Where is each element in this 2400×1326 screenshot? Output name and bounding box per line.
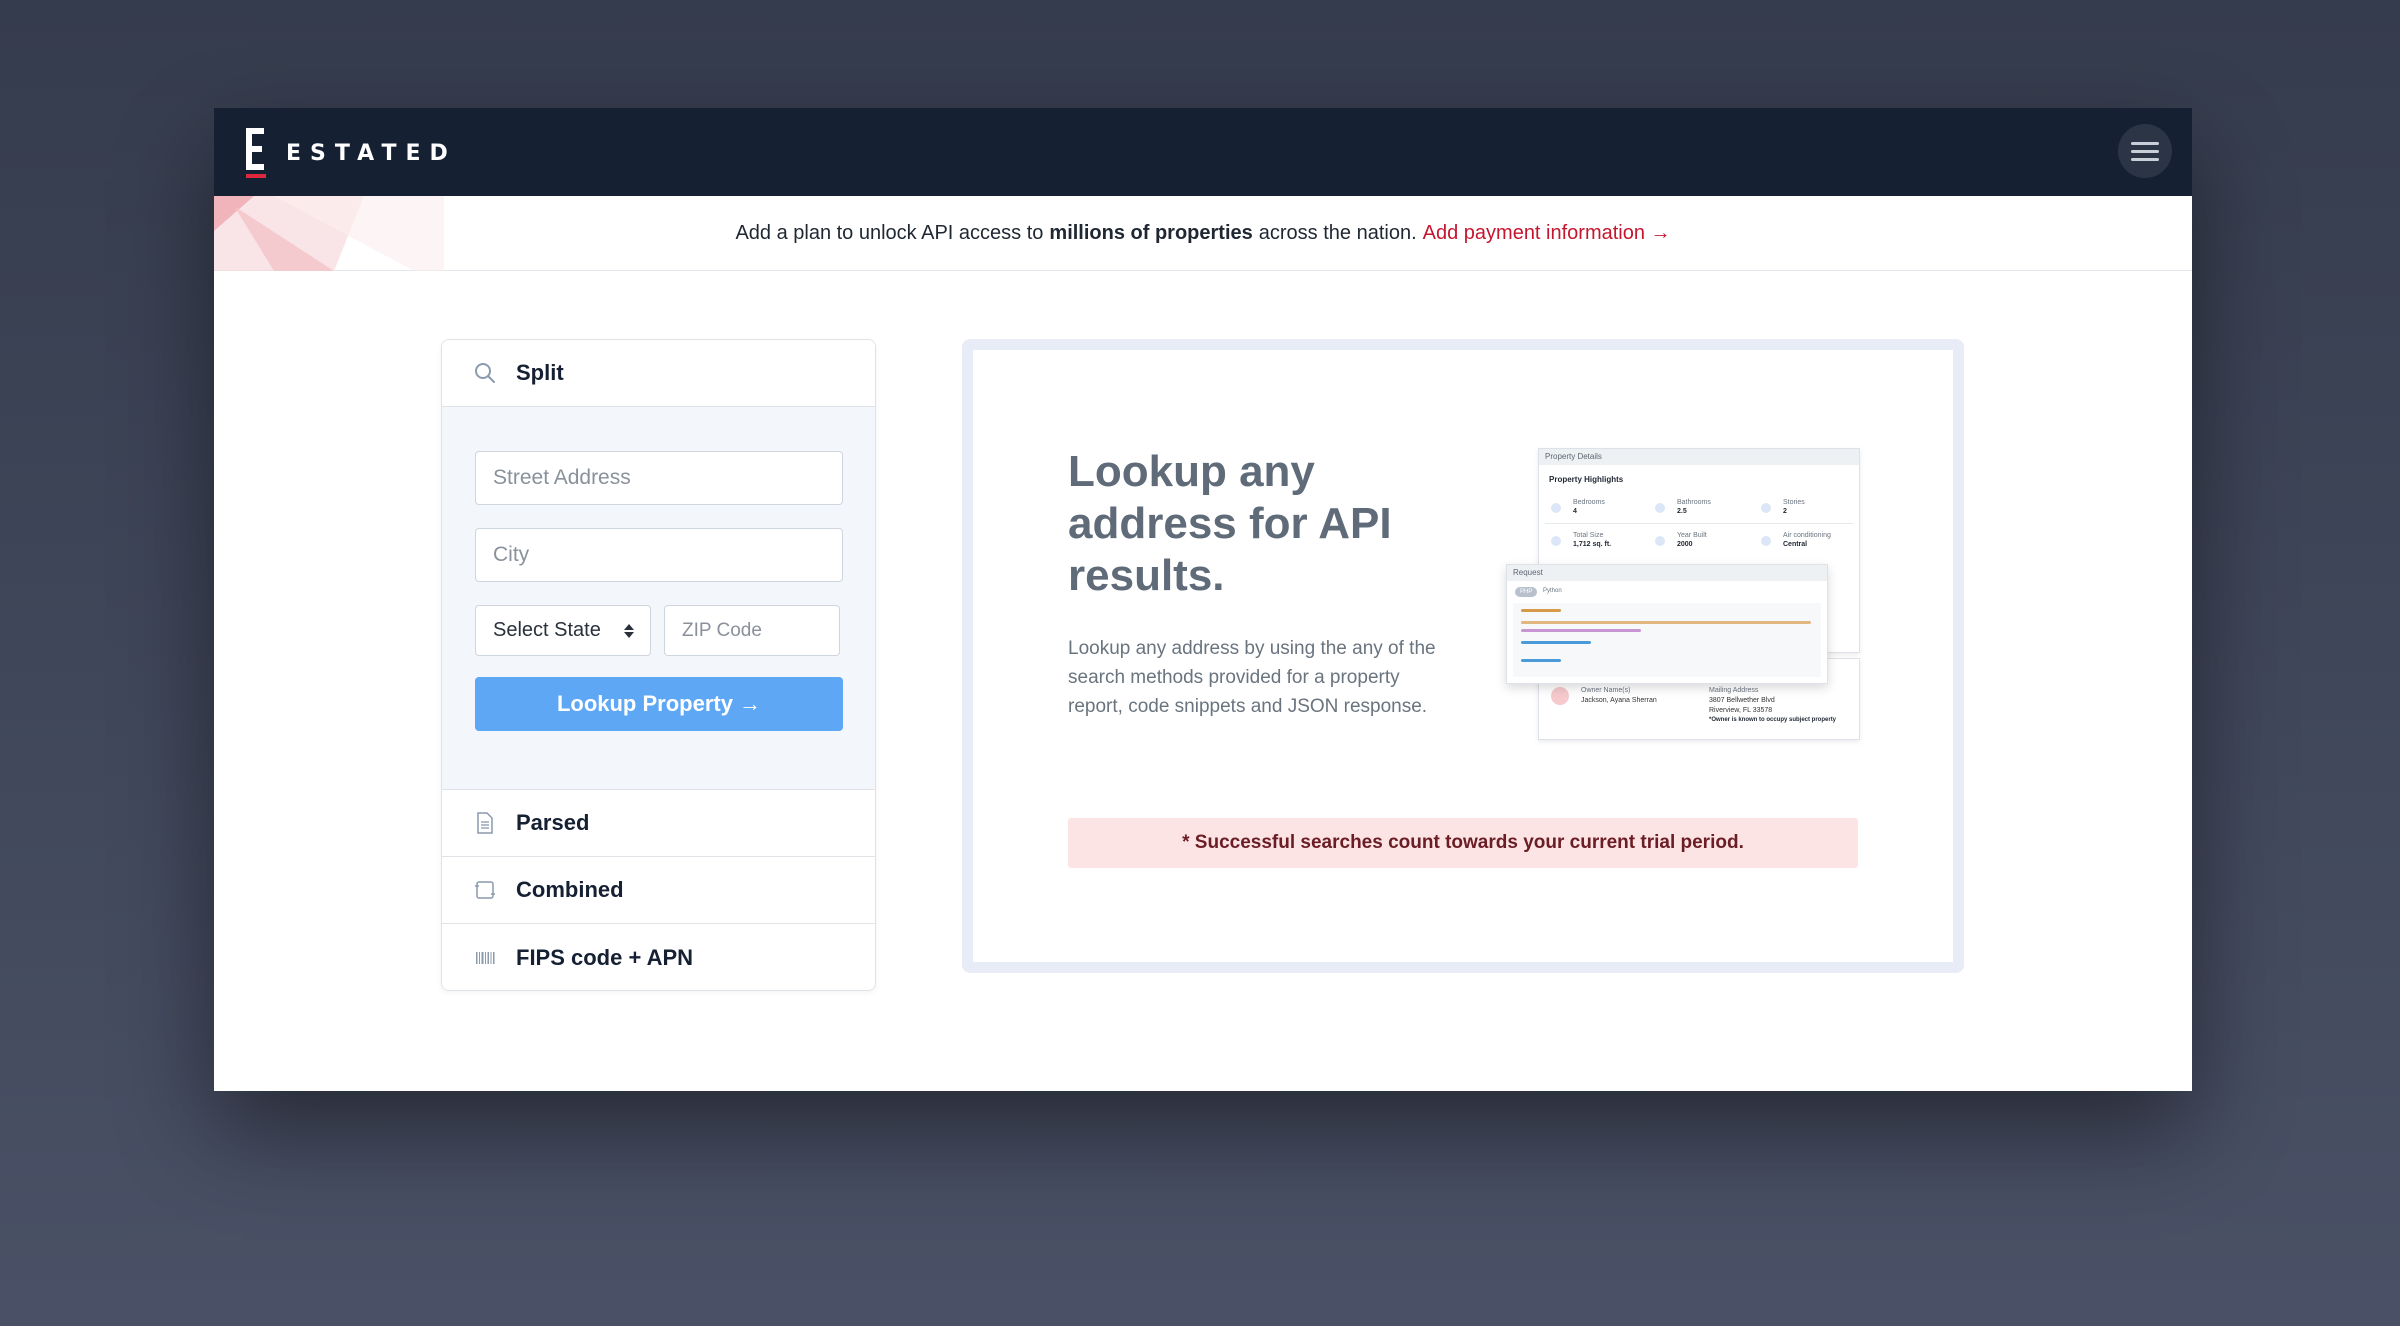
- tab-split-label: Split: [516, 360, 564, 385]
- document-icon: [470, 808, 500, 838]
- preview-stat-label: Stories: [1783, 499, 1805, 506]
- app-window: ESTATED Add a plan to unlock API access …: [214, 108, 2192, 1091]
- preview-stat-label: Bedrooms: [1573, 499, 1605, 506]
- preview-stat-label: Total Size: [1573, 532, 1604, 539]
- preview-tab-python: Python: [1543, 588, 1562, 594]
- search-icon: [470, 358, 500, 388]
- preview-mailing-label: Mailing Address: [1709, 687, 1759, 694]
- preview-stat-label: Bathrooms: [1677, 499, 1711, 506]
- zip-code-input[interactable]: [664, 605, 840, 656]
- trial-notice: * Successful searches count towards your…: [1068, 818, 1858, 868]
- banner-suffix: across the nation.: [1258, 221, 1417, 244]
- hamburger-icon: [2131, 141, 2159, 145]
- add-payment-link[interactable]: Add payment information →: [1423, 222, 1671, 245]
- preview-request-title: Request: [1507, 565, 1827, 581]
- search-method-card: Split Select State Lookup Property → Par…: [441, 339, 876, 991]
- tab-combined[interactable]: Combined: [442, 857, 875, 924]
- api-preview-illustration: Property Details Property Highlights Bed…: [1498, 448, 1860, 748]
- tab-parsed[interactable]: Parsed: [442, 790, 875, 857]
- preview-stat-value: 2000: [1677, 541, 1693, 548]
- combined-icon: [470, 875, 500, 905]
- info-panel: Lookup any address for API results. Look…: [962, 339, 1964, 973]
- preview-stat-value: Central: [1783, 541, 1808, 548]
- top-navbar: ESTATED: [214, 108, 2192, 196]
- preview-stat-label: Year Built: [1677, 532, 1707, 539]
- estated-logo[interactable]: ESTATED: [246, 128, 457, 178]
- tab-split[interactable]: Split: [442, 340, 875, 407]
- preview-owner-label: Owner Name(s): [1581, 687, 1631, 694]
- barcode-icon: [470, 943, 500, 973]
- info-panel-content: Lookup any address for API results. Look…: [973, 350, 1953, 962]
- banner-prefix: Add a plan to unlock API access to: [735, 221, 1044, 244]
- logo-mark-icon: [246, 128, 268, 178]
- state-select[interactable]: Select State: [475, 605, 651, 656]
- preview-mailing-note: *Owner is known to occupy subject proper…: [1709, 717, 1837, 723]
- banner-bold: millions of properties: [1049, 221, 1253, 244]
- state-select-value: Select State: [493, 619, 601, 641]
- preview-stat-value: 2: [1783, 508, 1787, 515]
- preview-stat-value: 4: [1573, 508, 1577, 515]
- tab-combined-label: Combined: [516, 877, 624, 902]
- banner-decoration-icon: [214, 196, 444, 271]
- state-zip-row: Select State: [475, 605, 843, 656]
- lookup-property-button[interactable]: Lookup Property →: [475, 677, 843, 731]
- upgrade-banner: Add a plan to unlock API access to milli…: [214, 196, 2192, 271]
- tab-fips-apn[interactable]: FIPS code + APN: [442, 924, 875, 990]
- split-search-form: Select State Lookup Property →: [442, 407, 875, 790]
- preview-request-card: Request PHP Python: [1506, 564, 1828, 684]
- preview-owner-value: Jackson, Ayana Sherran: [1581, 697, 1657, 704]
- logo-text: ESTATED: [286, 140, 457, 166]
- preview-stat-label: Air conditioning: [1783, 532, 1831, 539]
- preview-stat-value: 2.5: [1677, 508, 1687, 515]
- hamburger-menu-button[interactable]: [2118, 124, 2172, 178]
- preview-stat-value: 1,712 sq. ft.: [1573, 541, 1612, 548]
- preview-details-title: Property Details: [1539, 449, 1859, 465]
- preview-mailing-line1: 3807 Bellwether Blvd: [1709, 697, 1775, 704]
- tab-fips-apn-label: FIPS code + APN: [516, 944, 694, 970]
- info-description: Lookup any address by using the any of t…: [1068, 638, 1436, 717]
- tab-parsed-label: Parsed: [516, 810, 590, 835]
- preview-tab-php: PHP: [1515, 587, 1538, 597]
- info-title: Lookup any address for API results.: [1068, 447, 1392, 600]
- preview-mailing-line2: Riverview, FL 33578: [1709, 707, 1773, 714]
- select-arrows-icon: [624, 623, 634, 638]
- street-address-input[interactable]: [475, 451, 843, 505]
- preview-highlights-title: Property Highlights: [1549, 475, 1624, 484]
- city-input[interactable]: [475, 528, 843, 582]
